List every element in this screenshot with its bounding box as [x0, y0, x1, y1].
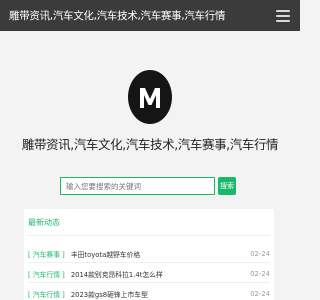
divider — [28, 282, 270, 283]
search-button[interactable]: 搜索 — [218, 177, 236, 195]
news-item[interactable]: [ 汽车赛事 ] 丰田toyota越野车价格 02-24 — [28, 248, 270, 260]
menu-bar — [276, 14, 290, 17]
menu-bar — [276, 9, 290, 12]
news-date: 02-24 — [250, 270, 270, 278]
latest-news-heading: 最新动态 — [28, 218, 60, 227]
search-input[interactable] — [60, 177, 215, 195]
menu-bar — [276, 19, 290, 22]
search-form: 搜索 — [60, 177, 240, 195]
news-category[interactable]: [ 汽车行情 ] — [28, 269, 65, 279]
m-letter-glyph — [140, 88, 160, 108]
news-date: 02-24 — [250, 250, 270, 258]
news-item[interactable]: [ 汽车行情 ] 2023款gs8砸锋上市车型 02-24 — [28, 288, 270, 300]
hamburger-menu-icon[interactable] — [276, 9, 290, 22]
divider — [28, 235, 270, 236]
site-slogan: 雕带资讯,汽车文化,汽车技术,汽车赛事,汽车行情 — [21, 137, 279, 152]
latest-news-panel: 最新动态 [ 汽车赛事 ] 丰田toyota越野车价格 02-24 [ 汽车行情… — [24, 209, 274, 300]
news-title[interactable]: 2014款别克昂科拉1.4t怎么样 — [71, 269, 250, 279]
top-navbar: 雕带资讯,汽车文化,汽车技术,汽车赛事,汽车行情 — [0, 0, 300, 31]
news-item[interactable]: [ 汽车行情 ] 2014款别克昂科拉1.4t怎么样 02-24 — [28, 268, 270, 280]
m-logo-icon[interactable] — [128, 70, 172, 124]
site-title[interactable]: 雕带资讯,汽车文化,汽车技术,汽车赛事,汽车行情 — [9, 8, 225, 23]
news-title[interactable]: 2023款gs8砸锋上市车型 — [71, 289, 250, 299]
divider — [28, 262, 270, 263]
news-category[interactable]: [ 汽车行情 ] — [28, 289, 65, 299]
news-title[interactable]: 丰田toyota越野车价格 — [71, 249, 250, 259]
news-category[interactable]: [ 汽车赛事 ] — [28, 249, 65, 259]
news-date: 02-24 — [250, 290, 270, 298]
